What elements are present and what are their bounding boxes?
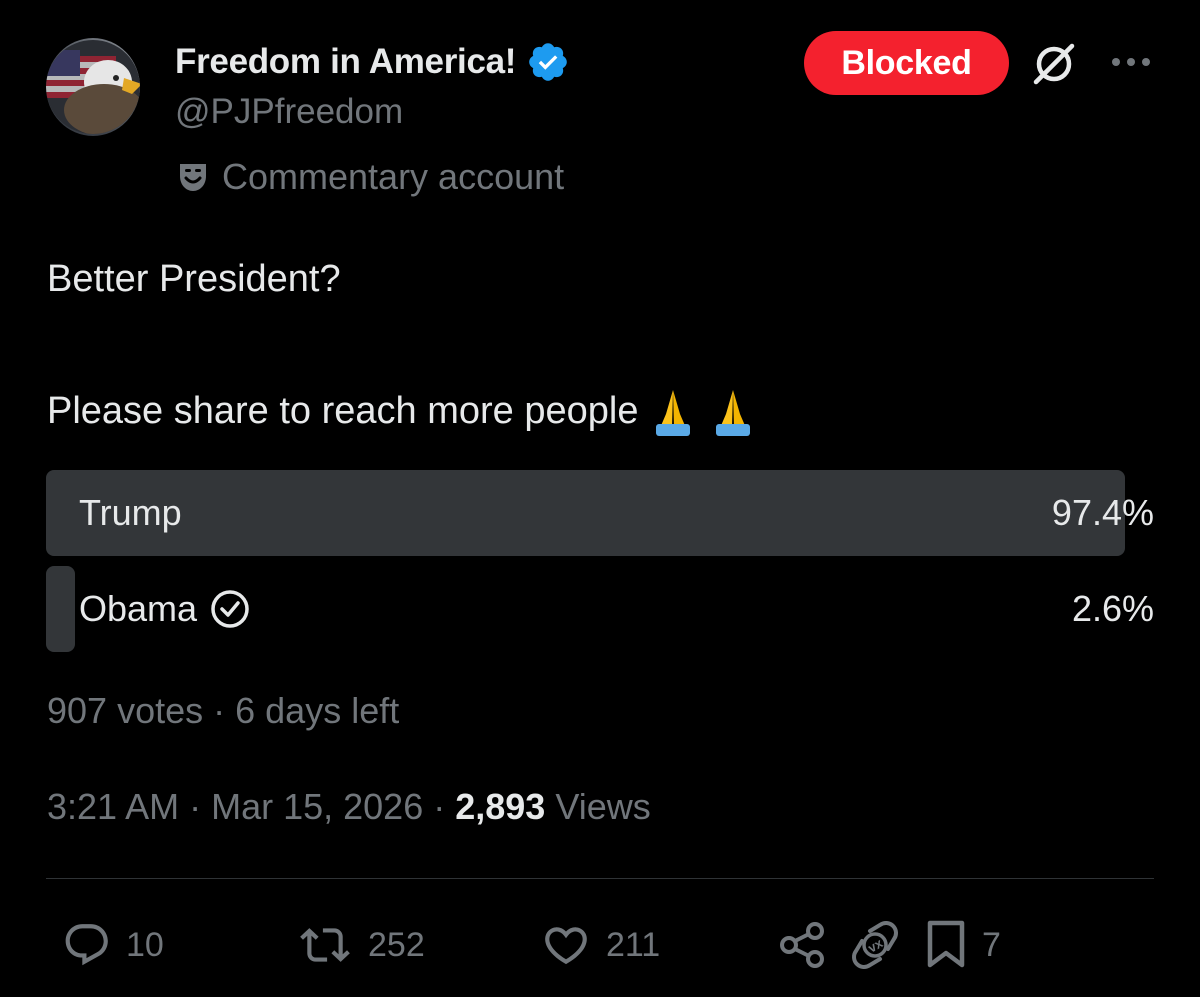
poll-option-obama: Obama 2.6%	[46, 566, 1154, 652]
tweet-time[interactable]: 3:21 AM	[47, 786, 179, 827]
bookmark-icon	[927, 920, 965, 968]
repost-icon	[300, 928, 350, 962]
poll-bar	[46, 566, 75, 652]
bookmark-count: 7	[982, 925, 1001, 964]
author-display-name-row[interactable]: Freedom in America!	[175, 40, 570, 84]
meta-separator: ·	[423, 786, 456, 827]
reply-count: 10	[126, 925, 164, 964]
vx-link-button[interactable]: vx	[848, 918, 902, 972]
divider	[46, 878, 1154, 879]
poll-option-percent: 2.6%	[1071, 588, 1154, 629]
folded-hands-emoji-icon	[656, 390, 691, 436]
reply-icon	[65, 924, 108, 966]
reply-button[interactable]: 10	[62, 918, 164, 972]
verified-badge-icon[interactable]	[526, 40, 570, 84]
selected-check-circle-icon	[211, 590, 249, 628]
theater-mask-icon	[180, 164, 206, 191]
tweet-line-2: Please share to reach more people 🙏🙏	[47, 384, 1157, 438]
affiliation-label-row: Commentary account	[178, 156, 564, 198]
poll-meta: 907 votes · 6 days left	[47, 690, 399, 732]
meta-separator: ·	[179, 786, 212, 827]
heart-icon	[545, 927, 587, 965]
blocked-button[interactable]: Blocked	[804, 31, 1009, 95]
vx-link-icon: vx	[852, 921, 898, 969]
poll-option-percent: 97.4%	[1051, 492, 1154, 533]
poll-option-trump: Trump 97.4%	[46, 470, 1154, 556]
author-display-name[interactable]: Freedom in America!	[175, 42, 516, 82]
more-options-icon[interactable]	[1109, 52, 1153, 72]
poll-meta-separator: ·	[203, 690, 236, 731]
author-handle[interactable]: @PJPfreedom	[175, 92, 403, 132]
tweet-text: Better President? Please share to reach …	[47, 252, 1157, 438]
like-button[interactable]: 211	[540, 918, 660, 972]
poll-time-left: 6 days left	[235, 690, 400, 731]
tweet-timestamp-row: 3:21 AM · Mar 15, 2026 · 2,893 Views	[47, 786, 651, 828]
share-button[interactable]	[777, 918, 829, 972]
repost-count: 252	[368, 925, 425, 964]
affiliation-label: Commentary account	[222, 156, 565, 197]
repost-button[interactable]: 252	[296, 918, 425, 972]
folded-hands-emoji-icon	[716, 390, 751, 436]
tweet-line-2-text: Please share to reach more people	[47, 390, 639, 432]
grok-icon[interactable]	[1031, 41, 1077, 87]
views-count[interactable]: 2,893	[455, 786, 545, 827]
eagle-flag-avatar-image	[46, 40, 140, 134]
poll-bar	[46, 470, 1126, 556]
views-label[interactable]: Views	[555, 786, 650, 827]
bookmark-button[interactable]: 7	[924, 918, 1001, 972]
tweet-date[interactable]: Mar 15, 2026	[211, 786, 423, 827]
avatar[interactable]	[46, 38, 140, 136]
like-count: 211	[606, 925, 661, 964]
poll-option-label: Obama	[79, 588, 198, 629]
poll-votes: 907 votes	[47, 690, 204, 731]
poll-option-label: Trump	[79, 492, 182, 533]
tweet-line-1: Better President?	[47, 258, 341, 300]
share-nodes-icon	[780, 922, 824, 968]
